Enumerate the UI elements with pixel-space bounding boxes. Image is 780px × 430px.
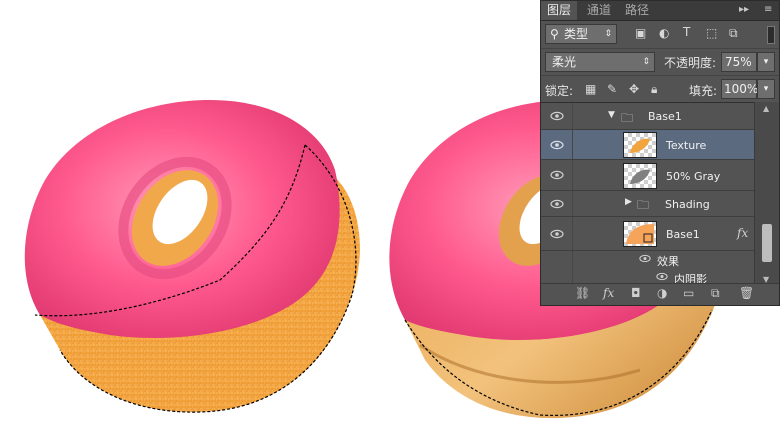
- trash-icon[interactable]: 🗑︎: [739, 286, 754, 300]
- opacity-dropdown-button[interactable]: ▾: [757, 52, 775, 72]
- fx-icon[interactable]: fx: [603, 286, 614, 300]
- panel-bottom-toolbar: ⛓︎ fx ◘ ◑ ▭ ⧉ 🗑︎: [541, 283, 779, 305]
- layer-row-50-gray[interactable]: 50% Gray: [541, 160, 755, 191]
- visibility-eye-icon[interactable]: [546, 130, 568, 159]
- lock-label: 锁定:: [545, 84, 574, 98]
- tab-channels[interactable]: 通道: [581, 1, 617, 20]
- expand-arrow-right-icon[interactable]: ▶: [625, 197, 632, 207]
- layer-row-group-shading[interactable]: ▶ 🗀︎ Shading: [541, 191, 755, 217]
- layer-name: 50% Gray: [666, 170, 721, 183]
- collapse-panel-icon[interactable]: ▸▸: [739, 4, 749, 15]
- expand-arrow-down-icon[interactable]: ▼: [608, 110, 615, 120]
- layer-row-group-base1[interactable]: ▼ 🗀︎ Base1: [541, 103, 755, 130]
- fill-label: 填充:: [689, 84, 718, 98]
- folder-open-icon: 🗀︎: [621, 111, 634, 125]
- effects-eye-icon[interactable]: [639, 253, 651, 266]
- layer-thumbnail: [623, 132, 657, 158]
- chevron-updown-icon: ⇕: [642, 57, 650, 67]
- fill-dropdown-button[interactable]: ▾: [757, 79, 775, 99]
- layer-list: ▼ 🗀︎ Base1 Texture 50% Gray ▶ 🗀︎ Shading…: [541, 102, 779, 287]
- layer-effects-row[interactable]: 效果: [541, 251, 755, 269]
- layer-row-base1[interactable]: Base1 fx: [541, 217, 755, 251]
- link-icon[interactable]: ⛓︎: [575, 286, 590, 300]
- filter-row: ⚲ 类型 ⇕ ▣ ◐ T ⬚ ⧉: [541, 21, 779, 47]
- blend-mode-dropdown[interactable]: 柔光 ⇕: [545, 52, 655, 72]
- lock-row: 锁定: ▦ ✎ ✥ 🔒︎ 填充: 100% ▾: [541, 75, 779, 102]
- tab-paths[interactable]: 路径: [619, 1, 655, 20]
- lock-all-icon[interactable]: 🔒︎: [651, 82, 657, 97]
- filter-pixel-icon[interactable]: ▣: [635, 26, 646, 40]
- blend-row: 柔光 ⇕ 不透明度: 75% ▾: [541, 48, 779, 75]
- tab-layers[interactable]: 图层: [541, 1, 578, 20]
- layer-name: Base1: [648, 110, 682, 123]
- visibility-eye-icon[interactable]: [546, 160, 568, 190]
- layer-thumbnail: [623, 163, 657, 189]
- filter-smartobject-icon[interactable]: ⧉: [729, 26, 738, 41]
- visibility-eye-icon[interactable]: [546, 191, 568, 216]
- opacity-input[interactable]: 75%: [721, 52, 757, 72]
- filter-adjustment-icon[interactable]: ◐: [659, 26, 669, 40]
- effects-label: 效果: [657, 255, 679, 268]
- visibility-eye-icon[interactable]: [546, 217, 568, 250]
- filter-type-icon[interactable]: T: [683, 25, 690, 39]
- lock-position-icon[interactable]: ✥: [629, 82, 639, 96]
- scrollbar-thumb[interactable]: [762, 224, 772, 262]
- fx-badge[interactable]: fx: [737, 226, 748, 240]
- layer-thumbnail: [623, 221, 657, 247]
- adjustment-icon[interactable]: ◑: [657, 286, 667, 300]
- lock-paint-icon[interactable]: ✎: [607, 82, 617, 96]
- filter-shape-icon[interactable]: ⬚: [706, 26, 717, 40]
- filter-kind-dropdown[interactable]: ⚲ 类型 ⇕: [545, 24, 617, 44]
- fill-input[interactable]: 100%: [721, 79, 758, 99]
- visibility-eye-icon[interactable]: [546, 103, 568, 129]
- layer-name: Texture: [666, 139, 707, 152]
- search-icon: ⚲: [550, 27, 559, 41]
- filter-kind-label: 类型: [564, 27, 589, 41]
- layers-panel: 图层 通道 路径 ▸▸ ≡ ⚲ 类型 ⇕ ▣ ◐ T ⬚ ⧉ 柔光 ⇕ 不透明度…: [540, 0, 780, 306]
- layers-scrollbar[interactable]: ▲ ▼: [754, 102, 779, 286]
- donut-left: [24, 100, 360, 413]
- layer-name: Base1: [666, 228, 700, 241]
- panel-menu-icon[interactable]: ≡: [764, 4, 772, 15]
- chevron-updown-icon: ⇕: [604, 29, 612, 39]
- folder-icon[interactable]: ▭: [683, 286, 694, 300]
- filter-toggle[interactable]: [767, 26, 775, 44]
- panel-tabbar: 图层 通道 路径 ▸▸ ≡: [541, 1, 779, 21]
- scroll-up-icon[interactable]: ▲: [763, 104, 769, 113]
- lock-transparency-icon[interactable]: ▦: [585, 82, 596, 96]
- layer-row-texture[interactable]: Texture: [541, 130, 755, 160]
- folder-icon: 🗀︎: [637, 198, 650, 212]
- new-layer-icon[interactable]: ⧉: [711, 286, 720, 301]
- opacity-label: 不透明度:: [664, 56, 717, 70]
- layer-name: Shading: [665, 198, 710, 211]
- blend-mode-label: 柔光: [552, 55, 577, 69]
- mask-icon[interactable]: ◘: [631, 286, 641, 300]
